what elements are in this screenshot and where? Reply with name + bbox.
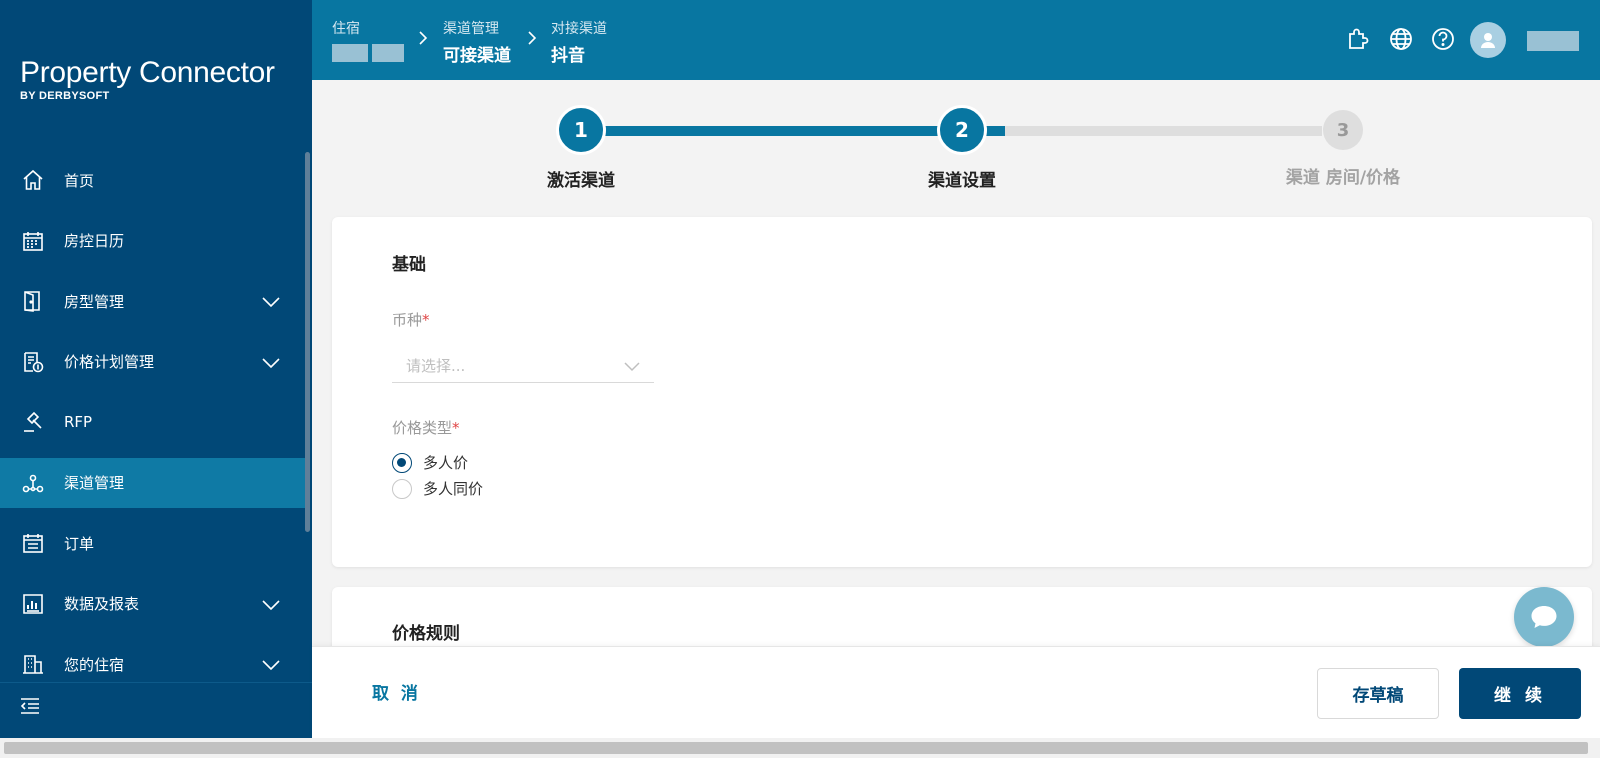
currency-select[interactable]: 请选择...	[392, 347, 654, 383]
currency-label: 币种*	[392, 311, 430, 329]
step-3-label: 渠道 房间/价格	[1285, 168, 1401, 188]
redacted-username[interactable]	[1527, 31, 1579, 55]
continue-button[interactable]: 继 续	[1459, 668, 1581, 719]
price-type-label: 价格类型*	[392, 419, 460, 437]
logo-subtitle: BY DERBYSOFT	[20, 90, 110, 102]
sidebar-item-rfp[interactable]: RFP	[0, 397, 306, 447]
calendar-icon	[22, 230, 44, 252]
redacted-property-name	[332, 44, 404, 66]
report-icon	[22, 593, 44, 615]
order-icon	[22, 532, 44, 554]
sidebar-item-label: 房型管理	[64, 292, 125, 311]
sidebar-item-calendar[interactable]: 房控日历	[0, 216, 306, 266]
breadcrumb-sublabel: 抖音	[551, 46, 585, 66]
breadcrumb-label: 渠道管理	[443, 21, 499, 37]
breadcrumb-sublabel: 可接渠道	[443, 46, 511, 66]
sidebar-nav: 首页 房控日历 房型管理 价格计划管理 RFP 渠道管理 订单 数据及报表 您的…	[0, 155, 306, 700]
chat-bubble-icon	[1531, 606, 1557, 628]
avatar[interactable]	[1470, 22, 1506, 58]
radio-checked[interactable]	[392, 452, 412, 473]
chevron-down-icon[interactable]	[262, 656, 280, 675]
breadcrumb-channel-management[interactable]: 渠道管理 可接渠道	[443, 18, 511, 66]
price-type-option-same[interactable]: 多人同价	[392, 478, 483, 499]
puzzle-icon[interactable]	[1345, 26, 1371, 52]
sidebar-scrollbar[interactable]	[305, 152, 310, 532]
cancel-button[interactable]: 取 消	[372, 679, 421, 704]
main-content: 1 激活渠道 2 渠道设置 3 渠道 房间/价格 基础 币种* 请选择... 价…	[312, 80, 1600, 667]
sidebar-footer	[0, 682, 312, 738]
chevron-down-icon[interactable]	[262, 293, 280, 312]
app-logo[interactable]: Property Connector BY DERBYSOFT	[20, 56, 275, 102]
sidebar-item-label: 首页	[64, 171, 95, 190]
top-header: 住宿 渠道管理 可接渠道 对接渠道 抖音	[312, 0, 1600, 80]
sidebar-item-room-types[interactable]: 房型管理	[0, 276, 306, 326]
gavel-icon	[22, 411, 44, 433]
collapse-menu-icon[interactable]	[20, 697, 40, 719]
sidebar: Property Connector BY DERBYSOFT 首页 房控日历 …	[0, 0, 312, 738]
scrollbar-thumb[interactable]	[4, 742, 1588, 754]
step-number: 1	[574, 118, 588, 142]
sidebar-item-label: 渠道管理	[64, 474, 125, 492]
building-icon	[22, 653, 44, 675]
step-1-label: 激活渠道	[547, 171, 615, 191]
chevron-right-icon	[418, 30, 428, 50]
currency-placeholder: 请选择...	[406, 357, 466, 375]
required-mark: *	[452, 419, 460, 437]
home-icon	[22, 169, 44, 191]
sidebar-item-channels[interactable]: 渠道管理	[0, 457, 306, 508]
sidebar-item-label: 数据及报表	[64, 595, 140, 613]
sidebar-item-home[interactable]: 首页	[0, 155, 306, 205]
step-2-circle[interactable]: 2	[937, 105, 987, 155]
breadcrumb-label: 住宿	[332, 21, 360, 37]
radio-unchecked[interactable]	[392, 478, 412, 499]
door-icon	[22, 290, 44, 312]
chevron-right-icon	[527, 30, 537, 50]
step-number: 3	[1336, 119, 1350, 141]
step-3-circle[interactable]: 3	[1323, 110, 1363, 150]
radio-label: 多人同价	[423, 480, 484, 498]
step-2-label: 渠道设置	[928, 171, 996, 191]
user-icon	[1481, 33, 1495, 48]
sidebar-item-reports[interactable]: 数据及报表	[0, 579, 306, 629]
help-icon[interactable]	[1430, 26, 1456, 52]
horizontal-scrollbar[interactable]	[0, 738, 1600, 758]
sidebar-item-label: 价格计划管理	[64, 353, 155, 371]
chevron-down-icon[interactable]	[262, 596, 280, 615]
basic-settings-card: 基础 币种* 请选择... 价格类型* 多人价 多人同价	[332, 217, 1592, 567]
sidebar-item-label: RFP	[64, 413, 93, 431]
price-type-option-multi[interactable]: 多人价	[392, 452, 468, 473]
logo-title: Property Connector	[20, 56, 275, 89]
globe-icon[interactable]	[1388, 26, 1414, 52]
sidebar-item-label: 房控日历	[64, 232, 125, 250]
required-mark: *	[422, 311, 430, 329]
step-1-circle[interactable]: 1	[556, 105, 606, 155]
breadcrumb-label: 对接渠道	[551, 21, 607, 37]
breadcrumb-connect-channel[interactable]: 对接渠道 抖音	[551, 18, 607, 66]
save-draft-button[interactable]: 存草稿	[1317, 668, 1439, 719]
chevron-down-icon[interactable]	[262, 354, 280, 373]
action-footer: 取 消 存草稿 继 续	[312, 646, 1600, 738]
card-title: 基础	[392, 255, 426, 275]
breadcrumb-property[interactable]: 住宿	[332, 18, 404, 66]
chevron-down-icon	[624, 357, 640, 376]
card-title: 价格规则	[392, 624, 460, 644]
chat-button[interactable]	[1514, 587, 1574, 647]
price-plan-icon	[22, 351, 44, 373]
sidebar-item-rate-plans[interactable]: 价格计划管理	[0, 337, 306, 387]
radio-label: 多人价	[423, 454, 469, 472]
step-number: 2	[955, 118, 969, 142]
sidebar-item-label: 订单	[64, 534, 95, 553]
sidebar-item-label: 您的住宿	[64, 655, 125, 674]
sidebar-item-orders[interactable]: 订单	[0, 518, 306, 568]
channel-icon	[22, 472, 44, 494]
